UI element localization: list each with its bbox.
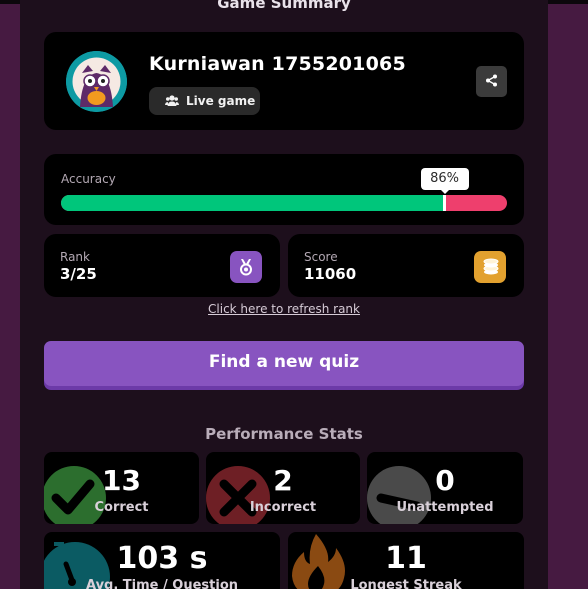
incorrect-label: Incorrect: [249, 500, 317, 515]
game-summary-panel: Game Summary Kurniawan 1755201065 Live g…: [20, 0, 548, 589]
accuracy-marker: [443, 195, 447, 211]
avg-time-label: Avg. Time / Question: [85, 578, 239, 589]
accuracy-tooltip: 86%: [420, 168, 469, 194]
users-icon: [165, 95, 179, 107]
performance-stats-title: Performance Stats: [205, 425, 363, 443]
share-icon: [485, 72, 498, 91]
player-name: Kurniawan 1755201065: [149, 53, 406, 75]
unattempted-count: 0: [435, 464, 455, 497]
stat-avg-time-card: 103 s Avg. Time / Question: [44, 532, 280, 589]
unattempted-label: Unattempted: [396, 500, 494, 515]
score-label: Score: [304, 250, 338, 264]
rank-card: Rank 3/25: [44, 234, 280, 297]
find-new-quiz-button[interactable]: Find a new quiz: [44, 341, 524, 386]
score-value: 11060: [304, 265, 357, 283]
longest-streak-value: 11: [385, 541, 427, 576]
correct-count: 13: [102, 464, 141, 497]
accuracy-bar: [61, 195, 507, 211]
score-card: Score 11060: [288, 234, 524, 297]
accuracy-card: Accuracy 86%: [44, 154, 524, 225]
stat-unattempted-card: 0 Unattempted: [367, 452, 523, 524]
accuracy-bar-fill: [61, 195, 445, 211]
rank-value: 3/25: [60, 265, 97, 283]
coins-icon: [474, 251, 506, 283]
owl-avatar: [66, 51, 127, 112]
stat-incorrect-card: 2 Incorrect: [206, 452, 360, 524]
player-card: Kurniawan 1755201065 Live game: [44, 32, 524, 130]
medal-icon: [230, 251, 262, 283]
incorrect-count: 2: [273, 464, 293, 497]
stat-correct-card: 13 Correct: [44, 452, 199, 524]
live-game-label: Live game: [186, 94, 256, 108]
live-game-badge: Live game: [149, 87, 260, 115]
summary-title: Game Summary: [217, 0, 351, 12]
avg-time-value: 103 s: [116, 541, 208, 576]
rank-label: Rank: [60, 250, 90, 264]
refresh-rank-link[interactable]: Click here to refresh rank: [20, 302, 548, 316]
longest-streak-label: Longest Streak: [350, 578, 462, 589]
accuracy-label: Accuracy: [61, 172, 116, 186]
correct-label: Correct: [94, 500, 149, 515]
stat-longest-streak-card: 11 Longest Streak: [288, 532, 524, 589]
share-button[interactable]: [476, 66, 507, 97]
